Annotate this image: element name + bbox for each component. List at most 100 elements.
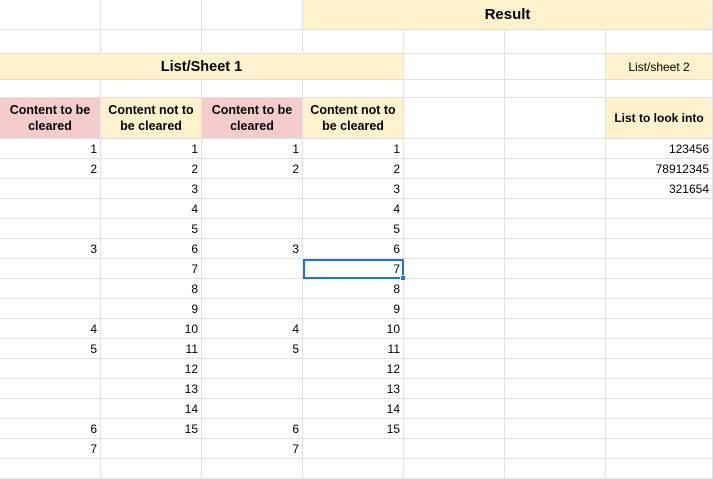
data-cell[interactable] <box>202 179 303 199</box>
data-cell[interactable]: 15 <box>303 419 404 439</box>
data-cell[interactable]: 4 <box>202 319 303 339</box>
empty-cell[interactable] <box>606 259 713 279</box>
empty-cell[interactable] <box>101 0 202 30</box>
empty-cell[interactable] <box>505 219 606 239</box>
data-cell[interactable]: 10 <box>303 319 404 339</box>
data-cell[interactable]: 8 <box>101 279 202 299</box>
data-cell[interactable]: 12 <box>303 359 404 379</box>
empty-cell[interactable] <box>0 459 101 479</box>
empty-cell[interactable] <box>606 30 713 54</box>
data-cell[interactable]: 7 <box>202 439 303 459</box>
list-sheet1-header[interactable]: List/Sheet 1 <box>0 54 404 80</box>
data-cell[interactable] <box>0 219 101 239</box>
result-header[interactable]: Result <box>303 0 713 30</box>
data-cell[interactable] <box>0 279 101 299</box>
data-cell[interactable] <box>0 259 101 279</box>
data-cell[interactable] <box>202 219 303 239</box>
empty-cell[interactable] <box>202 0 303 30</box>
list-to-look-into-header[interactable]: List to look into <box>606 98 713 139</box>
data-cell[interactable] <box>202 259 303 279</box>
data-cell[interactable] <box>0 199 101 219</box>
empty-cell[interactable] <box>606 339 713 359</box>
empty-cell[interactable] <box>404 179 505 199</box>
column-header[interactable]: Content to be cleared <box>202 98 303 139</box>
empty-cell[interactable] <box>101 80 202 98</box>
lookup-cell[interactable]: 78912345 <box>606 159 713 179</box>
data-cell[interactable] <box>202 359 303 379</box>
empty-cell[interactable] <box>404 159 505 179</box>
empty-cell[interactable] <box>202 459 303 479</box>
empty-cell[interactable] <box>0 0 101 30</box>
empty-cell[interactable] <box>505 339 606 359</box>
data-cell[interactable]: 13 <box>303 379 404 399</box>
column-header[interactable]: Content not to be cleared <box>101 98 202 139</box>
data-cell[interactable] <box>202 379 303 399</box>
data-cell[interactable] <box>0 379 101 399</box>
data-cell[interactable]: 1 <box>202 139 303 159</box>
empty-cell[interactable] <box>505 279 606 299</box>
data-cell[interactable]: 12 <box>101 359 202 379</box>
empty-cell[interactable] <box>404 259 505 279</box>
empty-cell[interactable] <box>505 379 606 399</box>
empty-cell[interactable] <box>606 379 713 399</box>
data-cell[interactable] <box>0 299 101 319</box>
data-cell[interactable]: 1 <box>303 139 404 159</box>
empty-cell[interactable] <box>404 439 505 459</box>
empty-cell[interactable] <box>404 459 505 479</box>
data-cell[interactable]: 4 <box>101 199 202 219</box>
data-cell[interactable]: 1 <box>0 139 101 159</box>
data-cell[interactable]: 10 <box>101 319 202 339</box>
empty-cell[interactable] <box>606 219 713 239</box>
empty-cell[interactable] <box>606 439 713 459</box>
fill-handle[interactable] <box>400 275 406 281</box>
empty-cell[interactable] <box>0 80 101 98</box>
data-cell[interactable]: 7 <box>101 259 202 279</box>
data-cell[interactable]: 7 <box>0 439 101 459</box>
empty-cell[interactable] <box>404 399 505 419</box>
data-cell[interactable]: 11 <box>303 339 404 359</box>
empty-cell[interactable] <box>606 199 713 219</box>
data-cell[interactable] <box>101 439 202 459</box>
data-cell[interactable]: 15 <box>101 419 202 439</box>
empty-cell[interactable] <box>101 30 202 54</box>
data-cell[interactable]: 6 <box>101 239 202 259</box>
empty-cell[interactable] <box>606 459 713 479</box>
selected-cell[interactable]: 7 <box>303 259 404 279</box>
data-cell[interactable]: 5 <box>202 339 303 359</box>
data-cell[interactable]: 11 <box>101 339 202 359</box>
empty-cell[interactable] <box>303 459 404 479</box>
column-header[interactable]: Content to be cleared <box>0 98 101 139</box>
empty-cell[interactable] <box>606 80 713 98</box>
data-cell[interactable]: 5 <box>0 339 101 359</box>
data-cell[interactable] <box>202 299 303 319</box>
data-cell[interactable] <box>202 279 303 299</box>
empty-cell[interactable] <box>505 359 606 379</box>
empty-cell[interactable] <box>101 459 202 479</box>
empty-cell[interactable] <box>404 299 505 319</box>
data-cell[interactable]: 1 <box>101 139 202 159</box>
data-cell[interactable]: 3 <box>303 179 404 199</box>
empty-cell[interactable] <box>404 279 505 299</box>
empty-cell[interactable] <box>505 419 606 439</box>
empty-cell[interactable] <box>505 319 606 339</box>
empty-cell[interactable] <box>606 399 713 419</box>
data-cell[interactable] <box>202 199 303 219</box>
data-cell[interactable]: 3 <box>0 239 101 259</box>
empty-cell[interactable] <box>505 239 606 259</box>
empty-cell[interactable] <box>303 80 404 98</box>
empty-cell[interactable] <box>606 419 713 439</box>
column-header[interactable]: Content not to be cleared <box>303 98 404 139</box>
empty-cell[interactable] <box>404 339 505 359</box>
empty-cell[interactable] <box>606 359 713 379</box>
empty-cell[interactable] <box>505 54 606 80</box>
empty-cell[interactable] <box>404 30 505 54</box>
lookup-cell[interactable]: 321654 <box>606 179 713 199</box>
empty-cell[interactable] <box>505 179 606 199</box>
data-cell[interactable]: 2 <box>202 159 303 179</box>
data-cell[interactable]: 14 <box>303 399 404 419</box>
data-cell[interactable]: 14 <box>101 399 202 419</box>
data-cell[interactable] <box>0 399 101 419</box>
data-cell[interactable]: 5 <box>303 219 404 239</box>
data-cell[interactable]: 2 <box>303 159 404 179</box>
data-cell[interactable]: 2 <box>101 159 202 179</box>
